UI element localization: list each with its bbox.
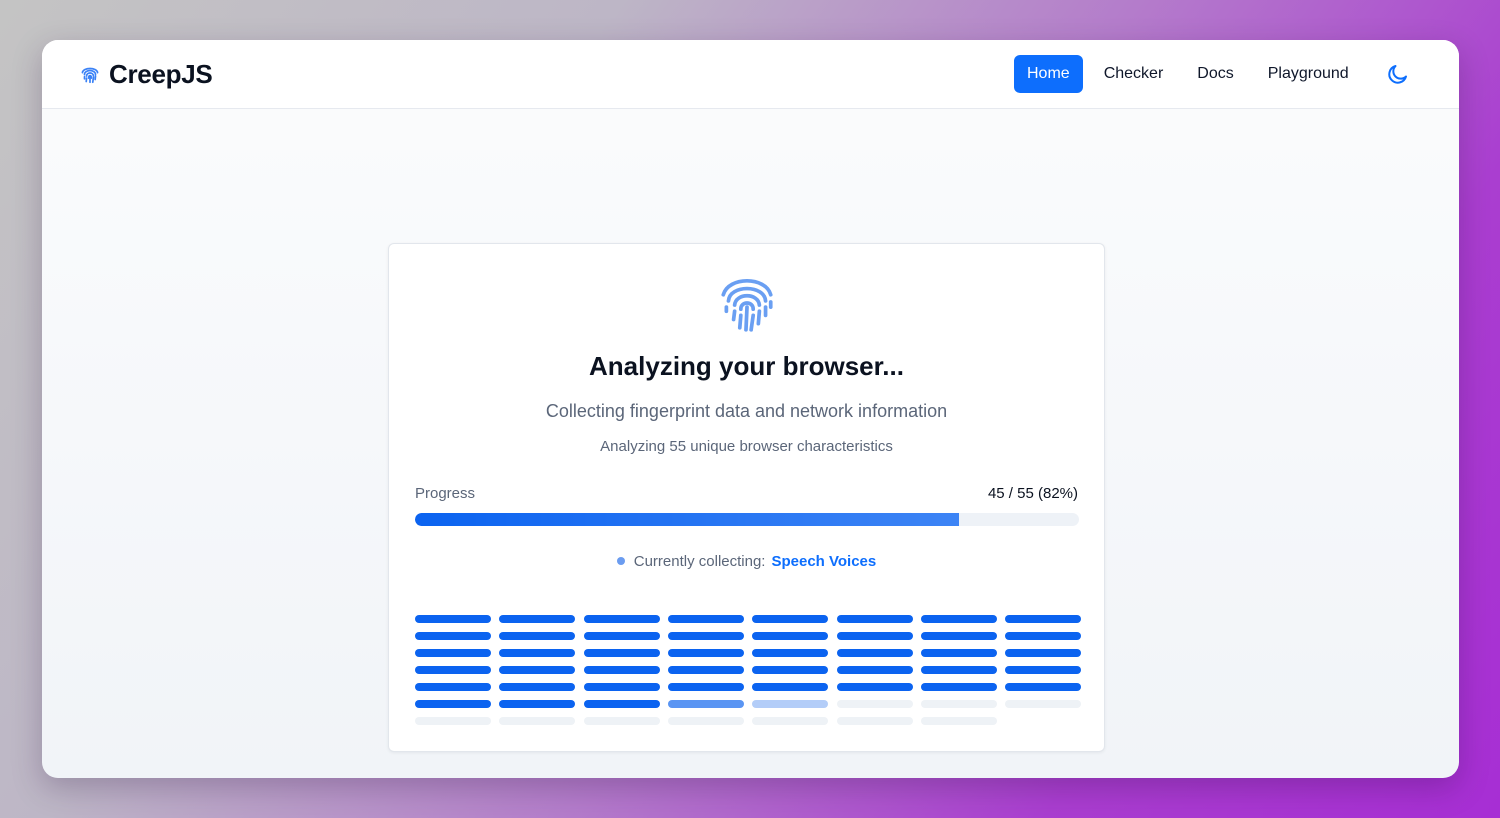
nav-playground[interactable]: Playground: [1255, 55, 1362, 93]
characteristic-cell-pending: [752, 717, 829, 725]
analysis-title: Analyzing your browser...: [589, 351, 904, 381]
characteristic-cell-done: [415, 615, 491, 623]
characteristic-cell-done: [583, 615, 660, 623]
characteristic-cell-pending: [415, 717, 491, 725]
characteristic-cell-done: [752, 649, 829, 657]
collecting-value: Speech Voices: [771, 553, 877, 570]
characteristic-cell-done: [415, 632, 491, 640]
characteristic-cell-done: [752, 683, 829, 691]
characteristic-cell-done: [920, 615, 997, 623]
analysis-detail: Analyzing 55 unique browser characterist…: [600, 438, 893, 455]
characteristic-cell-done: [920, 649, 997, 657]
moon-icon[interactable]: [1386, 62, 1410, 86]
characteristic-cell-done: [415, 700, 491, 708]
characteristic-cell-pending: [836, 700, 913, 708]
status-dot-icon: [616, 557, 625, 565]
characteristic-cell-done: [583, 649, 660, 657]
characteristic-cell-done: [499, 683, 576, 691]
characteristic-cell-done: [1005, 632, 1082, 640]
characteristic-cell-done: [920, 666, 997, 674]
characteristic-cell-done: [836, 649, 913, 657]
characteristic-cell-done: [667, 615, 744, 623]
characteristic-cell-done: [499, 700, 576, 708]
characteristic-cell-done: [499, 632, 576, 640]
characteristics-grid: [415, 615, 1082, 735]
nav-checker[interactable]: Checker: [1091, 55, 1177, 93]
characteristic-cell-done: [920, 632, 997, 640]
characteristic-cell-done: [667, 666, 744, 674]
characteristic-cell-pending: [836, 717, 913, 725]
analysis-subtitle: Collecting fingerprint data and network …: [545, 401, 948, 421]
characteristic-cell-done: [415, 649, 491, 657]
characteristic-cell-done: [752, 615, 829, 623]
nav-home[interactable]: Home: [1014, 55, 1083, 93]
characteristic-cell-done: [1005, 649, 1082, 657]
fingerprint-icon: [79, 63, 101, 85]
collecting-label: Currently collecting:: [633, 553, 766, 570]
characteristic-cell-done: [667, 632, 744, 640]
brand-logo-link[interactable]: CreepJS: [79, 58, 213, 89]
characteristic-cell-done: [415, 666, 491, 674]
top-navbar: CreepJS Home Checker Docs Playground: [42, 40, 1459, 109]
characteristic-cell-active: [667, 700, 744, 708]
characteristic-cell-pending: [1005, 700, 1082, 708]
characteristic-cell-pending: [920, 700, 997, 708]
characteristic-cell-done: [415, 683, 491, 691]
brand-name: CreepJS: [109, 58, 213, 89]
characteristic-cell-done: [583, 683, 660, 691]
main-nav: Home Checker Docs Playground: [1014, 55, 1410, 93]
characteristic-cell-done: [583, 700, 660, 708]
browser-window: CreepJS Home Checker Docs Playground Ana…: [42, 40, 1459, 778]
characteristic-cell-done: [499, 666, 576, 674]
progress-fill: [415, 513, 960, 526]
characteristic-cell-done: [499, 615, 576, 623]
characteristic-cell-done: [920, 683, 997, 691]
characteristic-cell-done: [1005, 683, 1082, 691]
characteristic-cell-pending: [583, 717, 660, 725]
characteristic-cell-done: [836, 615, 913, 623]
nav-docs[interactable]: Docs: [1184, 55, 1246, 93]
characteristic-cell-done: [667, 683, 744, 691]
fingerprint-icon: [714, 270, 780, 336]
characteristic-cell-queued: [752, 700, 829, 708]
progress-label: Progress: [415, 485, 476, 502]
characteristic-cell-pending: [499, 717, 576, 725]
characteristic-cell-pending: [920, 717, 997, 725]
characteristic-cell-done: [836, 666, 913, 674]
currently-collecting: Currently collecting: Speech Voices: [389, 553, 1104, 570]
progress-count: 45 / 55 (82%): [987, 485, 1078, 502]
characteristic-cell-done: [836, 683, 913, 691]
characteristic-cell-done: [752, 632, 829, 640]
characteristic-cell-done: [667, 649, 744, 657]
characteristic-cell-done: [1005, 615, 1082, 623]
characteristic-cell-done: [752, 666, 829, 674]
characteristic-cell-done: [499, 649, 576, 657]
analysis-card: Analyzing your browser... Collecting fin…: [388, 243, 1105, 752]
characteristic-cell-done: [1005, 666, 1082, 674]
characteristic-cell-done: [836, 632, 913, 640]
characteristic-cell-done: [583, 632, 660, 640]
progress-bar: [415, 513, 1079, 526]
characteristic-cell-done: [583, 666, 660, 674]
characteristic-cell-pending: [667, 717, 744, 725]
